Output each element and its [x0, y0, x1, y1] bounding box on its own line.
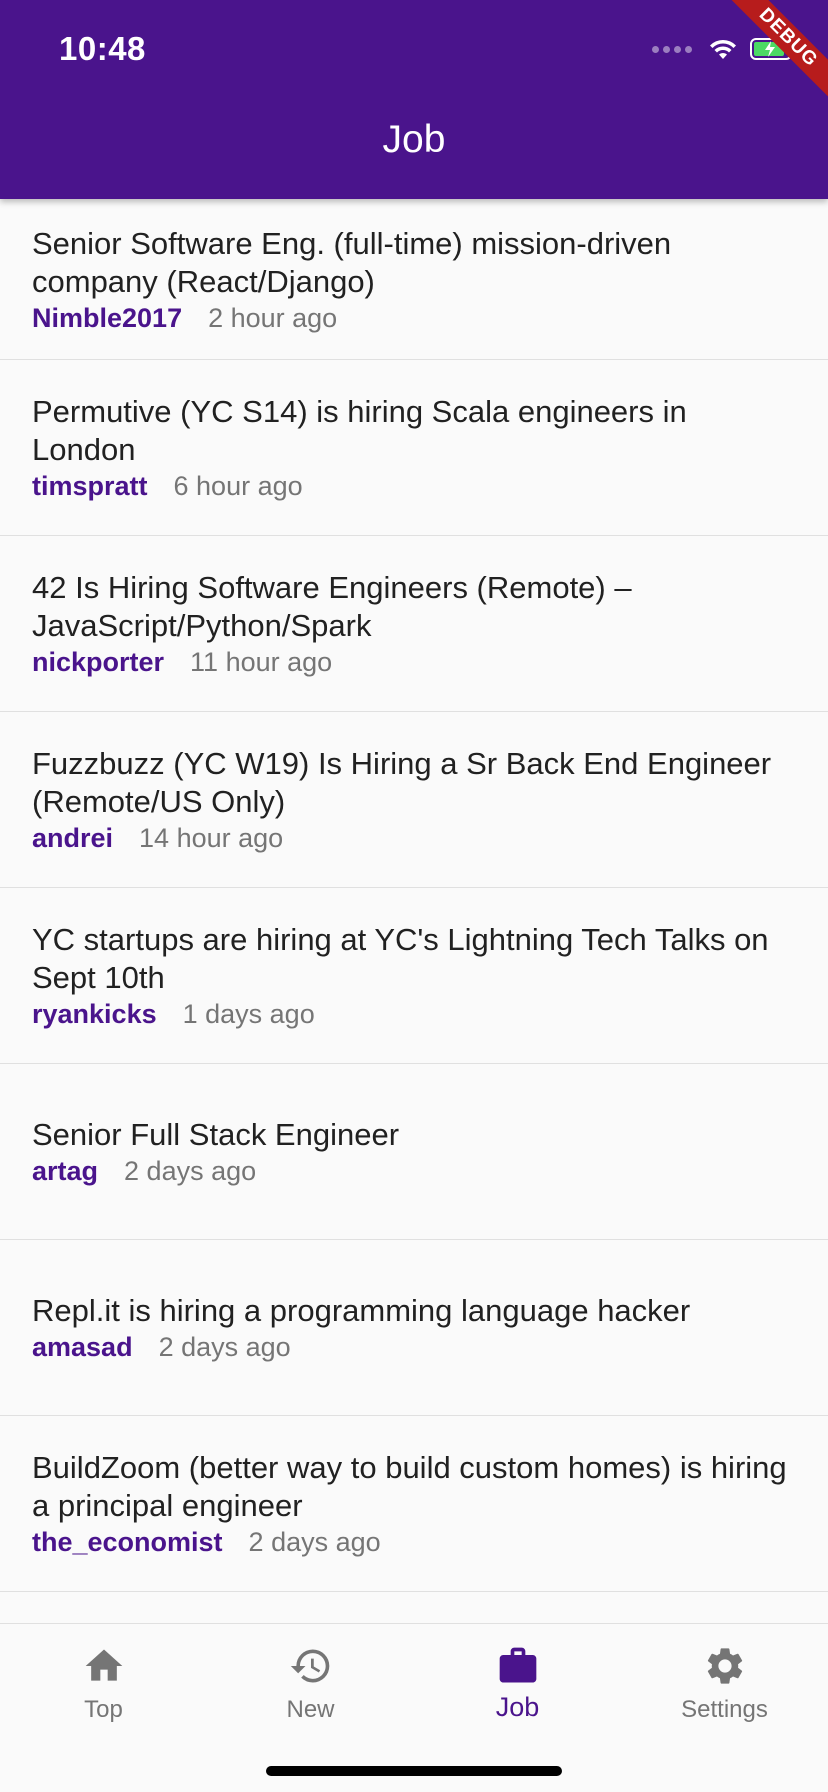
status-time: 10:48 — [59, 30, 146, 67]
page-title: Job — [382, 118, 446, 161]
job-author: timspratt — [32, 471, 148, 501]
job-time: 1 days ago — [182, 999, 315, 1029]
tab-job[interactable]: Job — [414, 1644, 621, 1744]
tab-new[interactable]: New — [207, 1644, 414, 1744]
job-author: artag — [32, 1156, 99, 1186]
job-title: Repl.it is hiring a programming language… — [32, 1293, 691, 1328]
job-author: Nimble2017 — [32, 302, 183, 333]
work-icon — [499, 1647, 536, 1683]
app-bar: 10:48 Job — [0, 0, 828, 199]
tab-label: New — [286, 1696, 335, 1723]
job-title: Senior Full Stack Engineer — [32, 1117, 400, 1152]
job-list-item[interactable]: YC startups are hiring at YC's Lightning… — [0, 888, 828, 1064]
tab-top[interactable]: Top — [0, 1644, 207, 1744]
job-list-item[interactable]: Permutive (YC S14) is hiring Scala engin… — [0, 360, 828, 536]
job-title: Permutive (YC S14) is hiring Scala engin… — [32, 394, 687, 467]
job-list-item[interactable]: 42 Is Hiring Software Engineers (Remote)… — [0, 536, 828, 712]
job-list-item[interactable]: Repl.it is hiring a programming language… — [0, 1240, 828, 1416]
job-author: ryankicks — [32, 999, 157, 1029]
job-meta: the_economist 2 days ago — [32, 1527, 796, 1558]
job-title: Senior Software Eng. (full-time) mission… — [32, 225, 672, 299]
job-title: Fuzzbuzz (YC W19) Is Hiring a Sr Back En… — [32, 746, 772, 819]
wifi-icon — [710, 39, 736, 59]
job-meta: timspratt 6 hour ago — [32, 471, 796, 502]
job-time: 2 days ago — [248, 1527, 381, 1557]
job-time: 2 hour ago — [208, 302, 338, 333]
tab-settings[interactable]: Settings — [621, 1644, 828, 1744]
job-author: nickporter — [32, 647, 165, 677]
home-indicator[interactable] — [266, 1766, 562, 1776]
job-time: 11 hour ago — [190, 647, 333, 677]
job-title: YC startups are hiring at YC's Lightning… — [32, 922, 769, 995]
job-author: the_economist — [32, 1527, 223, 1557]
job-time: 2 days ago — [124, 1156, 257, 1186]
job-title: 42 Is Hiring Software Engineers (Remote)… — [32, 570, 632, 643]
cellular-signal-icon — [652, 45, 692, 53]
tab-label: Top — [84, 1696, 123, 1723]
job-meta: artag 2 days ago — [32, 1156, 796, 1187]
job-title: BuildZoom (better way to build custom ho… — [32, 1450, 787, 1523]
history-icon — [290, 1649, 329, 1683]
job-list-item[interactable]: Senior Software Eng. (full-time) mission… — [0, 199, 828, 360]
job-author: amasad — [32, 1332, 133, 1362]
job-time: 14 hour ago — [139, 823, 284, 853]
job-meta: amasad 2 days ago — [32, 1332, 796, 1363]
job-author: andrei — [32, 823, 114, 853]
job-time: 6 hour ago — [173, 471, 303, 501]
job-meta: nickporter 11 hour ago — [32, 647, 796, 678]
job-meta: Nimble2017 2 hour ago — [32, 303, 796, 334]
job-list[interactable]: Senior Software Eng. (full-time) mission… — [0, 199, 828, 1623]
job-list-item[interactable]: Fuzzbuzz (YC W19) Is Hiring a Sr Back En… — [0, 712, 828, 888]
job-time: 2 days ago — [158, 1332, 291, 1362]
settings-icon — [707, 1648, 742, 1684]
tab-label: Settings — [681, 1696, 768, 1723]
job-list-item[interactable]: BuildZoom (better way to build custom ho… — [0, 1416, 828, 1592]
job-list-item[interactable]: Senior Full Stack Engineer artag 2 days … — [0, 1064, 828, 1240]
tab-label: Job — [495, 1692, 540, 1722]
home-icon — [85, 1649, 122, 1681]
job-meta: andrei 14 hour ago — [32, 823, 796, 854]
job-meta: ryankicks 1 days ago — [32, 999, 796, 1030]
